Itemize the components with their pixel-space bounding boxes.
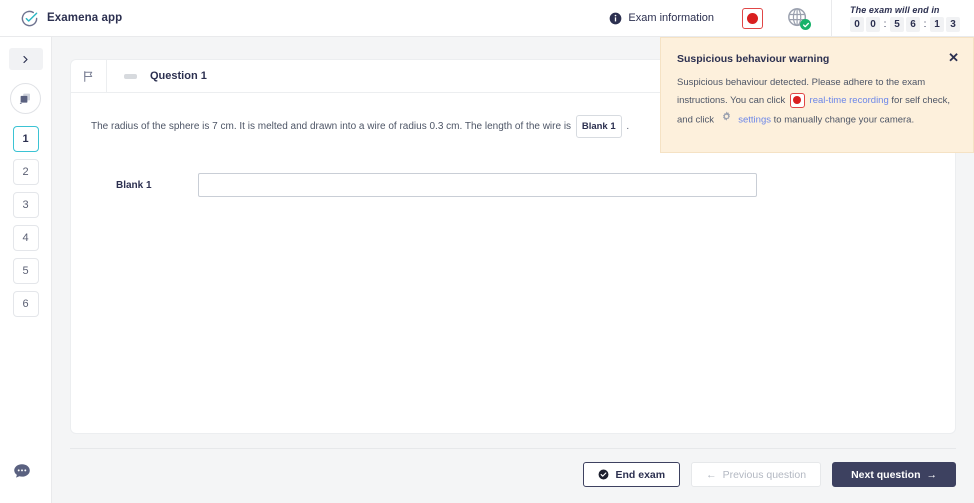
next-question-label: Next question (851, 468, 921, 481)
brand[interactable]: Examena app (0, 9, 122, 28)
chevron-right-icon (23, 55, 28, 63)
settings-link[interactable]: settings (738, 115, 771, 126)
exam-app-window: Examena app Exam information The exam wi… (0, 0, 974, 503)
question-text: The radius of the sphere is 7 cm. It is … (91, 115, 691, 138)
timer-digit: 0 (866, 16, 880, 32)
question-blank-chip: Blank 1 (575, 115, 622, 138)
check-circle-icon (599, 469, 609, 480)
flag-icon (84, 70, 93, 82)
question-number-2[interactable]: 2 (12, 159, 39, 185)
question-sidebar: 1 2 3 4 5 6 (0, 37, 52, 503)
question-text-part-2: . (626, 121, 630, 133)
previous-question-button[interactable]: ← Previous question (691, 462, 822, 487)
end-exam-button[interactable]: End exam (583, 462, 681, 487)
camera-ok-badge (800, 19, 811, 30)
previous-question-label: Previous question (722, 468, 807, 481)
inline-record-icon[interactable] (789, 92, 805, 108)
toast-title: Suspicious behaviour warning (677, 53, 830, 65)
question-number-1[interactable]: 1 (12, 126, 39, 152)
arrow-left-icon: ← (706, 468, 717, 481)
exam-timer: The exam will end in 0 0 : 5 6 : 1 3 (831, 0, 974, 37)
chat-bubble-icon (14, 464, 30, 478)
answer-label: Blank 1 (116, 179, 152, 191)
next-question-button[interactable]: Next question → (832, 462, 956, 487)
app-header: Examena app Exam information The exam wi… (0, 0, 974, 37)
timer-digit: 5 (890, 16, 904, 32)
question-number-3[interactable]: 3 (12, 192, 39, 218)
close-icon[interactable]: ✕ (948, 51, 959, 64)
record-button[interactable] (742, 7, 763, 29)
timer-separator: : (883, 18, 887, 30)
real-time-recording-link[interactable]: real-time recording (810, 95, 889, 106)
question-text-part-1: The radius of the sphere is 7 cm. It is … (91, 121, 572, 133)
flag-question-button[interactable] (71, 60, 107, 93)
sidebar-expand-button[interactable] (8, 48, 43, 70)
question-number-list: 1 2 3 4 5 6 (12, 126, 39, 317)
toast-body-part-3: to manually change your camera. (773, 114, 915, 126)
question-score-badge (124, 73, 137, 79)
record-button-icon (747, 12, 758, 24)
exam-timer-digits: 0 0 : 5 6 : 1 3 (850, 16, 960, 32)
question-number-5[interactable]: 5 (12, 258, 39, 284)
header-right-group: Exam information The exam will end in 0 … (603, 0, 974, 37)
question-number-6[interactable]: 6 (12, 291, 39, 317)
exam-timer-label: The exam will end in (850, 4, 940, 15)
chat-support-button[interactable] (11, 461, 33, 483)
timer-digit: 3 (946, 16, 960, 32)
question-palette-button[interactable] (10, 83, 41, 114)
timer-digit: 1 (930, 16, 944, 32)
answer-input[interactable] (198, 173, 757, 197)
question-palette-icon (19, 93, 30, 104)
timer-digit: 0 (850, 16, 864, 32)
exam-information-button[interactable]: Exam information (603, 12, 720, 25)
info-circle-icon (610, 12, 622, 24)
footer-divider (70, 448, 956, 449)
exam-information-label: Exam information (628, 12, 714, 24)
question-number-4[interactable]: 4 (12, 225, 39, 251)
circle-check-icon (21, 10, 38, 26)
question-title: Question 1 (150, 70, 207, 82)
gear-icon[interactable] (720, 110, 733, 130)
timer-separator: : (923, 18, 927, 30)
arrow-right-icon: → (926, 468, 938, 481)
exam-footer-actions: End exam ← Previous question Next questi… (583, 462, 956, 487)
brand-name: Examena app (47, 12, 123, 24)
answer-row: Blank 1 (91, 173, 935, 197)
end-exam-label: End exam (615, 468, 666, 481)
suspicious-behaviour-warning-toast: ✕ Suspicious behaviour warning Suspiciou… (660, 37, 974, 153)
camera-status-button[interactable] (787, 7, 811, 30)
toast-body: Suspicious behaviour detected. Please ad… (677, 74, 957, 130)
timer-digit: 6 (906, 16, 920, 32)
